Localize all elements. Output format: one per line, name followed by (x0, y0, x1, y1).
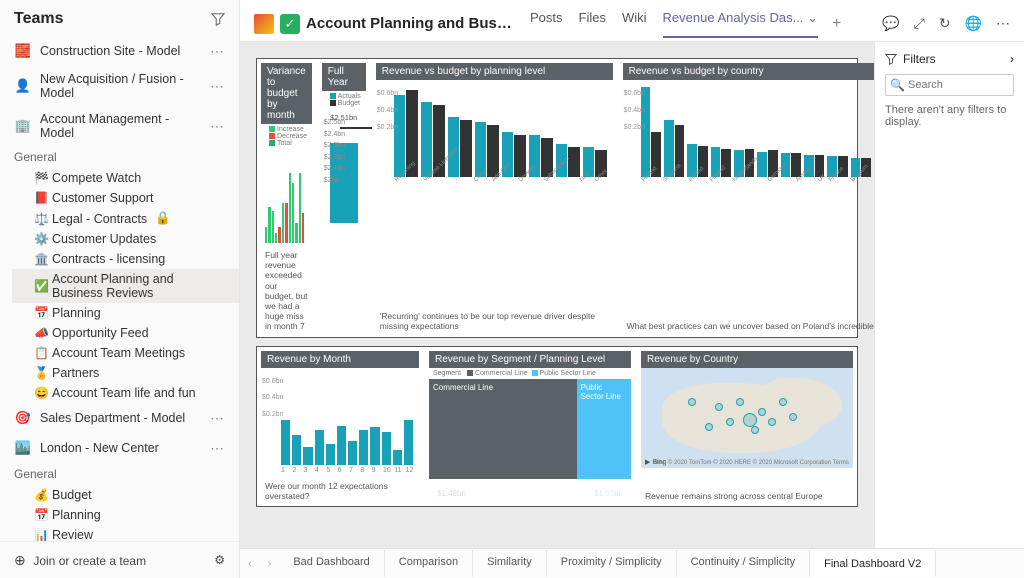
card-country[interactable]: Revenue vs budget by country $0.6bn$0.4b… (623, 63, 874, 333)
report-page-tab[interactable]: Bad Dashboard (279, 550, 384, 577)
teams-heading: Teams (14, 10, 64, 28)
channel-icon: 😄 (34, 386, 48, 400)
channel-icon: 📋 (34, 346, 48, 360)
channel-title: Account Planning and Busine... (306, 15, 516, 32)
channel-tab-bar: ✓ Account Planning and Busine... Posts Fi… (240, 0, 1024, 42)
filter-icon[interactable] (211, 12, 225, 26)
channel-item[interactable]: 🏅Partners (12, 363, 239, 383)
channel-tab[interactable]: Revenue Analysis Das... ⌄ (663, 10, 818, 38)
team-more-icon[interactable]: ⋯ (210, 78, 225, 95)
channel-tab[interactable]: Wiki (622, 10, 647, 38)
channel-item[interactable]: 📅Planning (12, 303, 239, 323)
add-tab-button[interactable]: + (832, 15, 841, 33)
channel-item[interactable]: 🏛️Contracts - licensing (12, 249, 239, 269)
card-full-year[interactable]: Full Year ActualsBudget $2.5bn$2.4bn$2.3… (322, 63, 366, 333)
channel-icon: 📅 (34, 306, 48, 320)
channel-icon: 🏁 (34, 171, 48, 185)
channel-item[interactable]: ⚙️Customer Updates (12, 229, 239, 249)
reply-icon[interactable]: 💬 (882, 15, 899, 32)
search-icon: 🔍 (890, 78, 905, 92)
report-page-tab[interactable]: Similarity (473, 550, 547, 577)
chevron-right-icon[interactable]: › (1010, 52, 1014, 66)
next-page-icon[interactable]: › (260, 558, 280, 570)
team-icon: 🧱 (14, 42, 32, 60)
refresh-icon[interactable]: ↻ (939, 15, 951, 32)
team-icon: 🏙️ (14, 439, 32, 457)
channel-icon: ⚖️ (34, 212, 48, 226)
lock-icon: 🔒 (155, 211, 171, 226)
filter-icon (885, 53, 897, 65)
more-icon[interactable]: ⋯ (996, 15, 1010, 32)
channel-item[interactable]: 📊Review (12, 525, 239, 541)
chevron-down-icon[interactable]: ⌄ (803, 10, 818, 25)
team-more-icon[interactable]: ⋯ (210, 440, 225, 457)
channel-icon: ✓ (280, 14, 300, 34)
filters-pane: Filters › 🔍 There aren't any filters to … (874, 42, 1024, 548)
settings-icon[interactable]: ⚙ (214, 553, 225, 567)
report-page-tabs: ‹ › Bad DashboardComparisonSimilarityPro… (240, 548, 1024, 578)
team-more-icon[interactable]: ⋯ (210, 118, 225, 135)
teams-sidebar: Teams 🧱Construction Site - Model⋯👤New Ac… (0, 0, 240, 578)
channel-icon: 🏛️ (34, 252, 48, 266)
card-revenue-month[interactable]: Revenue by Month $0.6bn$0.4bn$0.2bn 1234… (261, 351, 419, 502)
dashboard-canvas: Variance to budget by month IncreaseDecr… (240, 42, 874, 548)
channel-item[interactable]: ⚖️Legal - Contracts🔒 (12, 208, 239, 229)
team-item[interactable]: 🏢Account Management - Model⋯ (0, 106, 239, 146)
channel-item[interactable]: ✅Account Planning and Business Reviews (12, 269, 239, 303)
channel-icon: 📣 (34, 326, 48, 340)
join-team-link[interactable]: ⊕ Join or create a team (14, 552, 146, 568)
team-item[interactable]: 👤New Acquisition / Fusion - Model⋯ (0, 66, 239, 106)
channel-tab[interactable]: Posts (530, 10, 563, 38)
channel-icon: 💰 (34, 488, 48, 502)
channel-tab[interactable]: Files (579, 10, 606, 38)
channel-item[interactable]: 😄Account Team life and fun (12, 383, 239, 403)
team-icon: 🎯 (14, 409, 32, 427)
channel-item[interactable]: 📣Opportunity Feed (12, 323, 239, 343)
europe-map: ▶ Bing Bing © 2020 TomTom © 2020 HERE © … (641, 368, 853, 468)
channel-icon: ✅ (34, 279, 48, 293)
channel-icon: 📅 (34, 508, 48, 522)
card-variance[interactable]: Variance to budget by month IncreaseDecr… (261, 63, 312, 333)
team-more-icon[interactable]: ⋯ (210, 410, 225, 427)
team-item[interactable]: 🏙️London - New Center⋯ (0, 433, 239, 463)
channel-item[interactable]: 📕Customer Support (12, 188, 239, 208)
globe-icon[interactable]: 🌐 (965, 15, 982, 32)
expand-icon[interactable]: ⤢ (914, 15, 925, 32)
channel-icon: 📊 (34, 528, 48, 541)
channel-icon: 🏅 (34, 366, 48, 380)
channel-general[interactable]: General (0, 146, 239, 168)
channel-general[interactable]: General (0, 463, 239, 485)
team-icon: 👤 (14, 77, 32, 95)
powerbi-icon (254, 14, 274, 34)
channel-item[interactable]: 🏁Compete Watch (12, 168, 239, 188)
report-page-tab[interactable]: Continuity / Simplicity (677, 550, 811, 577)
team-icon: 🏢 (14, 117, 32, 135)
card-map[interactable]: Revenue by Country (641, 351, 853, 502)
filters-title: Filters (903, 52, 936, 66)
report-page-tab[interactable]: Final Dashboard V2 (810, 550, 936, 577)
channel-item[interactable]: 📋Account Team Meetings (12, 343, 239, 363)
channel-item[interactable]: 💰Budget (12, 485, 239, 505)
channel-icon: ⚙️ (34, 232, 48, 246)
channel-item[interactable]: 📅Planning (12, 505, 239, 525)
prev-page-icon[interactable]: ‹ (240, 558, 260, 570)
report-page-tab[interactable]: Comparison (385, 550, 473, 577)
team-item[interactable]: 🎯Sales Department - Model⋯ (0, 403, 239, 433)
card-planning-level[interactable]: Revenue vs budget by planning level $0.6… (376, 63, 613, 333)
report-page-tab[interactable]: Proximity / Simplicity (547, 550, 677, 577)
team-more-icon[interactable]: ⋯ (210, 43, 225, 60)
filters-empty-text: There aren't any filters to display. (885, 104, 1014, 128)
channel-icon: 📕 (34, 191, 48, 205)
card-segment[interactable]: Revenue by Segment / Planning Level Segm… (429, 351, 631, 502)
team-item[interactable]: 🧱Construction Site - Model⋯ (0, 36, 239, 66)
